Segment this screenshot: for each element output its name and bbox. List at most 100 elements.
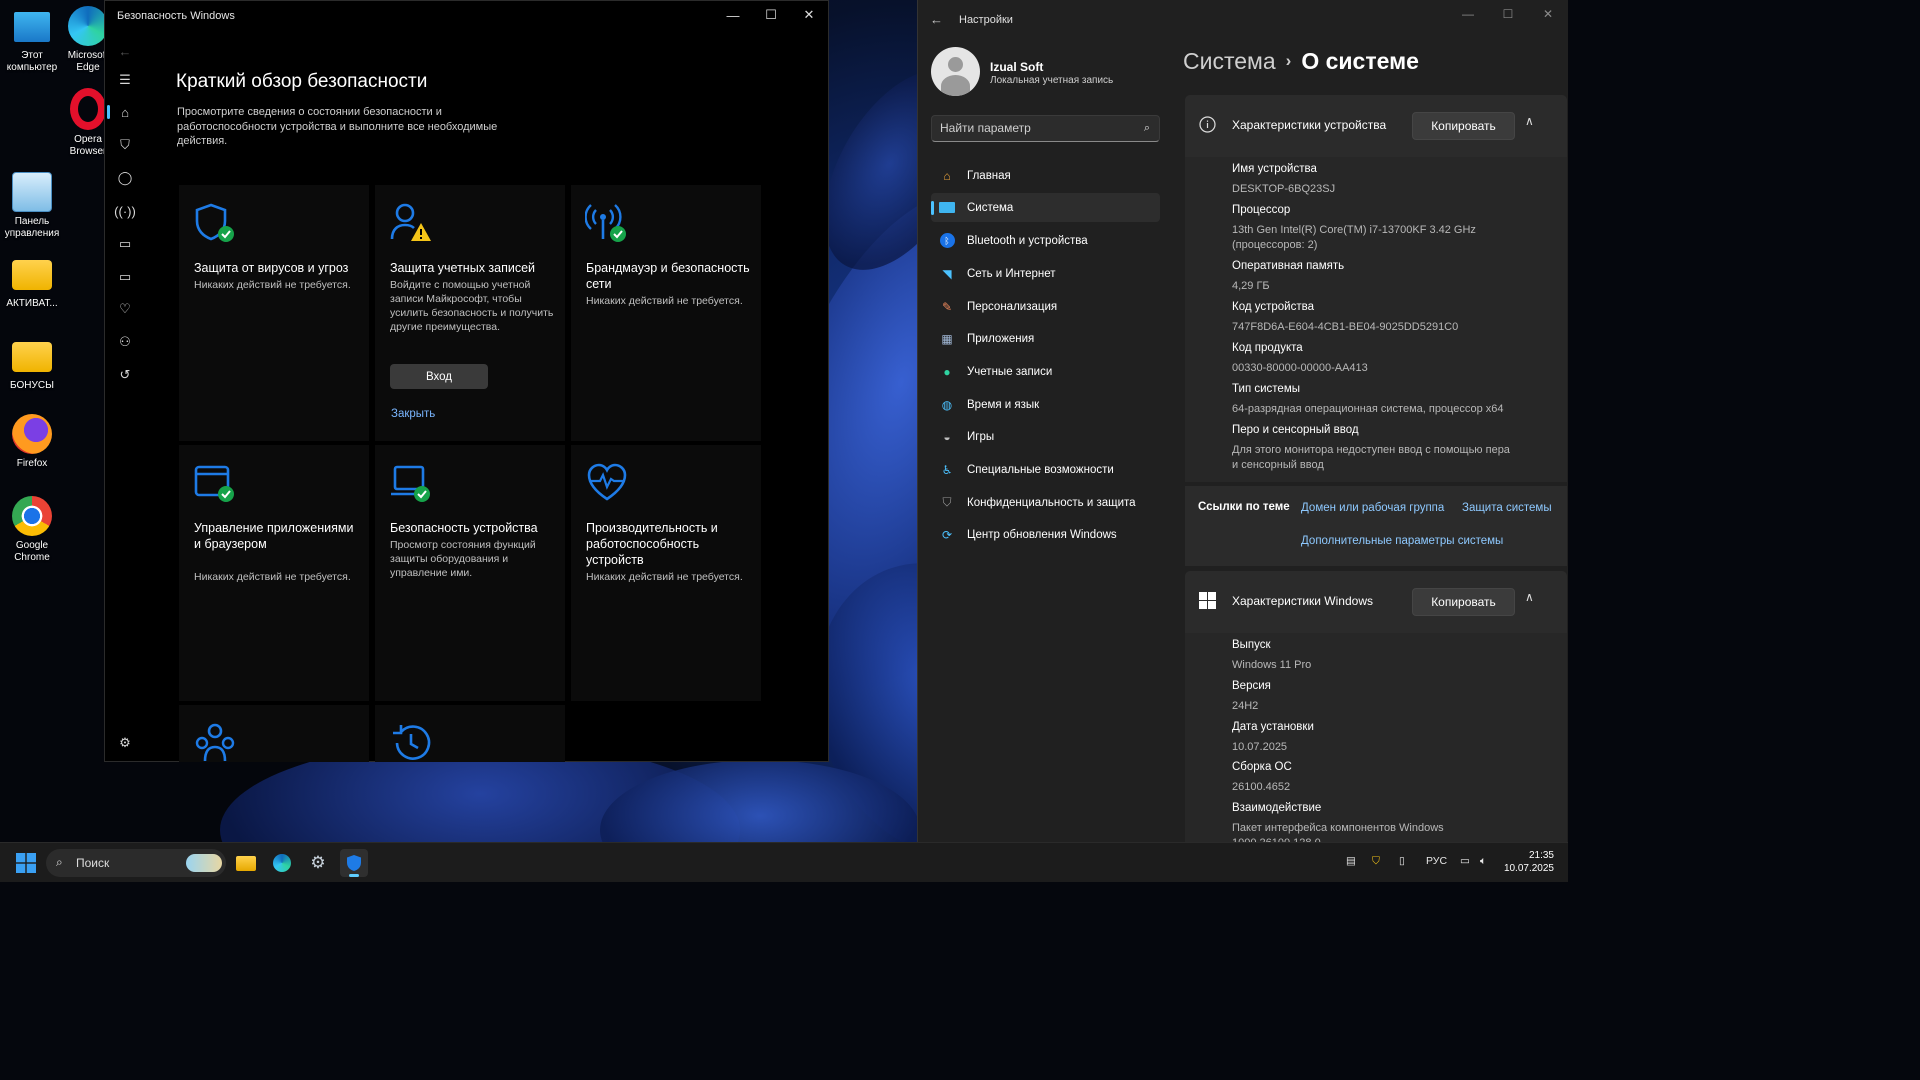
network-antenna-icon[interactable]: ((·)) — [113, 199, 137, 223]
sign-in-button[interactable]: Вход — [390, 364, 488, 389]
windows-logo-icon — [1199, 592, 1216, 609]
nav-item-accounts[interactable]: ● Учетные записи — [931, 357, 1160, 386]
desktop-icon-control-panel[interactable]: Панель управления — [0, 172, 64, 240]
maximize-icon[interactable]: ☐ — [752, 1, 790, 29]
nav-item-personalization[interactable]: ✎ Персонализация — [931, 292, 1160, 321]
nav-item-home[interactable]: ⌂ Главная — [931, 161, 1160, 190]
tile-device-performance[interactable]: Производительность и работоспособность у… — [571, 445, 761, 701]
window-controls: — ☐ ✕ — [714, 1, 828, 29]
taskbar-clock[interactable]: 21:35 10.07.2025 — [1504, 849, 1554, 875]
home-icon[interactable]: ⌂ — [107, 100, 137, 124]
nav-item-privacy[interactable]: ⛉ Конфиденциальность и защита — [931, 488, 1160, 517]
app-browser-icon[interactable]: ▭ — [113, 232, 137, 256]
heart-pulse-icon[interactable]: ♡ — [113, 297, 137, 321]
nav-item-system[interactable]: Система — [931, 193, 1160, 222]
tile-status: Никаких действий не требуется. — [194, 279, 351, 291]
avatar[interactable] — [931, 47, 980, 96]
tile-family-options[interactable] — [179, 705, 369, 762]
history-icon[interactable]: ↺ — [113, 363, 137, 387]
close-icon[interactable]: ✕ — [1528, 0, 1568, 28]
maximize-icon[interactable]: ☐ — [1488, 0, 1528, 28]
tray-network-icon[interactable]: ▭ — [1460, 855, 1470, 867]
settings-search-box: ⌕ — [931, 115, 1160, 142]
nav-item-time-language[interactable]: ◍ Время и язык — [931, 390, 1160, 419]
search-icon[interactable]: ⌕ — [1144, 122, 1150, 135]
gear-icon[interactable]: ⚙ — [113, 731, 137, 755]
tile-protection-history[interactable] — [375, 705, 565, 762]
tile-firewall[interactable]: Брандмауэр и безопасность сети Никаких д… — [571, 185, 761, 441]
spec-os-build: Сборка ОС 26100.4652 — [1232, 761, 1292, 793]
taskbar-search[interactable]: ⌕ Поиск — [46, 849, 226, 877]
link-domain-workgroup[interactable]: Домен или рабочая группа — [1301, 502, 1444, 514]
hamburger-menu-icon[interactable]: ☰ — [113, 68, 137, 92]
nav-item-apps[interactable]: ▦ Приложения — [931, 324, 1160, 353]
folder-icon — [12, 342, 52, 372]
dismiss-link[interactable]: Закрыть — [391, 408, 435, 420]
copy-windows-specs-button[interactable]: Копировать — [1412, 588, 1515, 616]
taskbar: ⌕ Поиск ⚙ ▤ ⛉ ▯ РУС ▭ 🔈︎ 21:35 10.07.202… — [0, 842, 1568, 882]
edge-icon — [68, 6, 108, 46]
spec-install-date: Дата установки 10.07.2025 — [1232, 721, 1314, 753]
chrome-icon — [12, 496, 52, 536]
minimize-icon[interactable]: — — [1448, 0, 1488, 28]
tile-title: Управление приложениями и браузером — [194, 521, 354, 551]
window-title: Настройки — [959, 14, 1013, 26]
device-specs-header[interactable]: Характеристики устройства Копировать ∧ — [1185, 95, 1567, 155]
copy-device-specs-button[interactable]: Копировать — [1412, 112, 1515, 140]
tile-status: Никаких действий не требуется. — [586, 571, 743, 583]
nav-item-accessibility[interactable]: ♿ Специальные возможности — [931, 455, 1160, 484]
monitor-icon — [938, 199, 956, 217]
windows-specs-body: Выпуск Windows 11 Pro Версия 24H2 Дата уст… — [1185, 633, 1567, 842]
link-advanced-system-settings[interactable]: Дополнительные параметры системы — [1301, 535, 1503, 547]
link-system-protection[interactable]: Защита системы — [1462, 502, 1552, 514]
tray-volume-icon[interactable]: 🔈︎ — [1480, 855, 1486, 868]
windows-security-window: Безопасность Windows — ☐ ✕ ← ☰ ⌂ ⛉ ◯ ((·… — [104, 0, 829, 762]
search-input[interactable] — [940, 121, 1130, 135]
desktop-icon-bonus-folder[interactable]: БОНУСЫ — [0, 336, 64, 392]
tray-keyboard-icon[interactable]: ▤ — [1346, 855, 1356, 867]
desktop-icon-firefox[interactable]: Firefox — [0, 414, 64, 470]
close-icon[interactable]: ✕ — [790, 1, 828, 29]
desktop-icon-this-pc[interactable]: Этот компьютер — [0, 8, 64, 74]
laptop-icon[interactable]: ▭ — [113, 265, 137, 289]
family-icon[interactable]: ⚇ — [113, 330, 137, 354]
related-links-label: Ссылки по теме — [1198, 501, 1290, 513]
chevron-up-icon[interactable]: ∧ — [1525, 114, 1534, 128]
tile-app-browser-control[interactable]: Управление приложениями и браузером Ника… — [179, 445, 369, 701]
card-title: Характеристики устройства — [1232, 118, 1387, 132]
gamepad-icon: ◒ — [943, 429, 951, 444]
page-title: Краткий обзор безопасности — [176, 71, 428, 92]
nav-item-windows-update[interactable]: ⟳ Центр обновления Windows — [931, 520, 1160, 549]
tray-defender-warning-icon[interactable]: ⛉ — [1372, 855, 1380, 868]
family-icon — [195, 723, 235, 762]
taskbar-edge[interactable] — [268, 849, 296, 877]
minimize-icon[interactable]: — — [714, 1, 752, 29]
tile-description: Просмотр состояния функций защиты оборуд… — [390, 539, 536, 579]
windows-start-icon[interactable] — [16, 853, 36, 873]
tile-status: Никаких действий не требуется. — [586, 295, 743, 307]
tile-virus-protection[interactable]: Защита от вирусов и угроз Никаких действ… — [179, 185, 369, 441]
back-arrow-icon[interactable]: ← — [930, 12, 943, 27]
breadcrumb-parent[interactable]: Система — [1183, 48, 1276, 74]
chevron-up-icon[interactable]: ∧ — [1525, 590, 1534, 604]
tile-title: Защита от вирусов и угроз — [194, 261, 349, 275]
tile-title: Производительность и работоспособность у… — [586, 521, 718, 567]
tray-usb-icon[interactable]: ▯ — [1399, 855, 1405, 867]
back-arrow-icon[interactable]: ← — [113, 39, 137, 63]
taskbar-windows-security[interactable] — [340, 849, 368, 877]
nav-item-bluetooth[interactable]: ᛒ Bluetooth и устройства — [931, 226, 1160, 255]
person-icon[interactable]: ◯ — [113, 166, 137, 190]
windows-specs-header[interactable]: Характеристики Windows Копировать ∧ — [1185, 571, 1567, 631]
shield-icon[interactable]: ⛉ — [113, 133, 137, 157]
taskbar-file-explorer[interactable] — [232, 849, 260, 877]
taskbar-settings[interactable]: ⚙ — [304, 849, 332, 877]
nav-item-network[interactable]: ◥ Сеть и Интернет — [931, 259, 1160, 288]
security-sidebar: ← ☰ ⌂ ⛉ ◯ ((·)) ▭ ▭ ♡ ⚇ ↺ ⚙ — [105, 31, 145, 761]
nav-item-gaming[interactable]: ◒ Игры — [931, 422, 1160, 451]
globe-clock-icon: ◍ — [941, 397, 953, 412]
tile-device-security[interactable]: Безопасность устройства Просмотр состоян… — [375, 445, 565, 701]
desktop-icon-chrome[interactable]: Google Chrome — [0, 496, 64, 564]
desktop-icon-activator-folder[interactable]: АКТИВАТ... — [0, 254, 64, 310]
tray-language[interactable]: РУС — [1426, 855, 1447, 867]
device-specs-body: Имя устройства DESKTOP-6BQ23SJ Процессор 1… — [1185, 157, 1567, 482]
